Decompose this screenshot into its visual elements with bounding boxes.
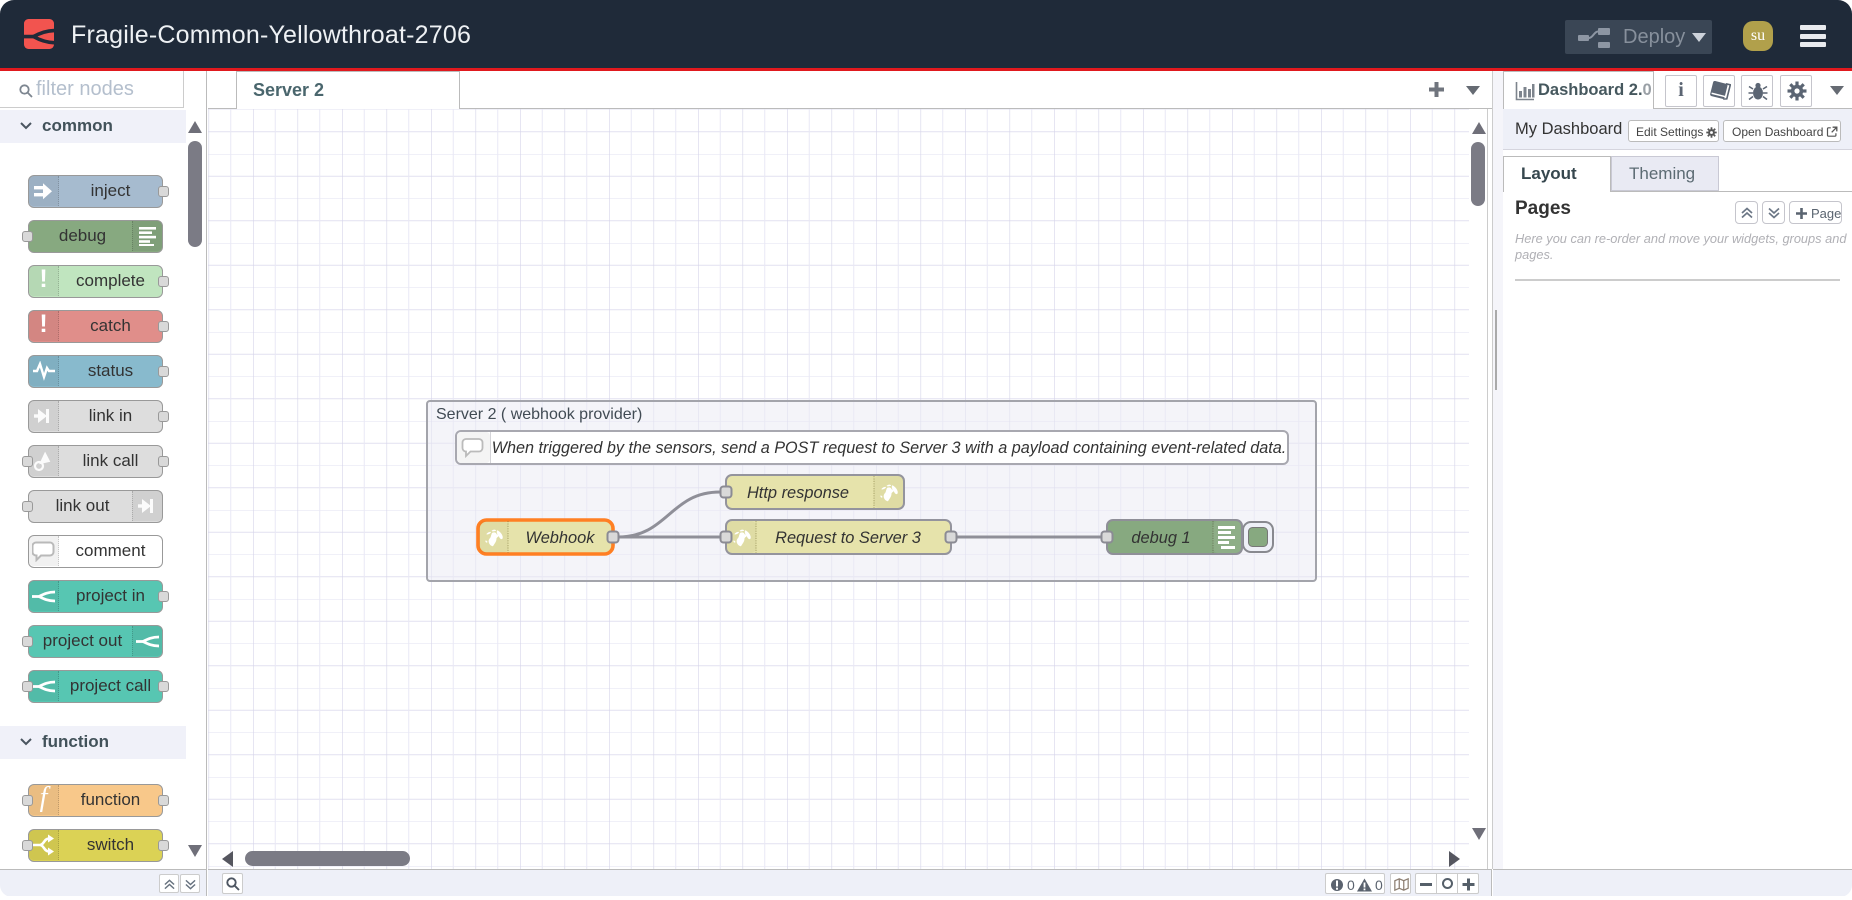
svg-text:Webhook: Webhook [526, 529, 596, 547]
svg-text:debug 1: debug 1 [1131, 529, 1190, 547]
svg-text:Http response: Http response [747, 484, 849, 502]
svg-text:When triggered by the sensors,: When triggered by the sensors, send a PO… [492, 439, 1287, 457]
svg-text:Server 2 ( webhook provider): Server 2 ( webhook provider) [436, 406, 642, 423]
svg-text:Request to Server 3: Request to Server 3 [775, 529, 921, 547]
